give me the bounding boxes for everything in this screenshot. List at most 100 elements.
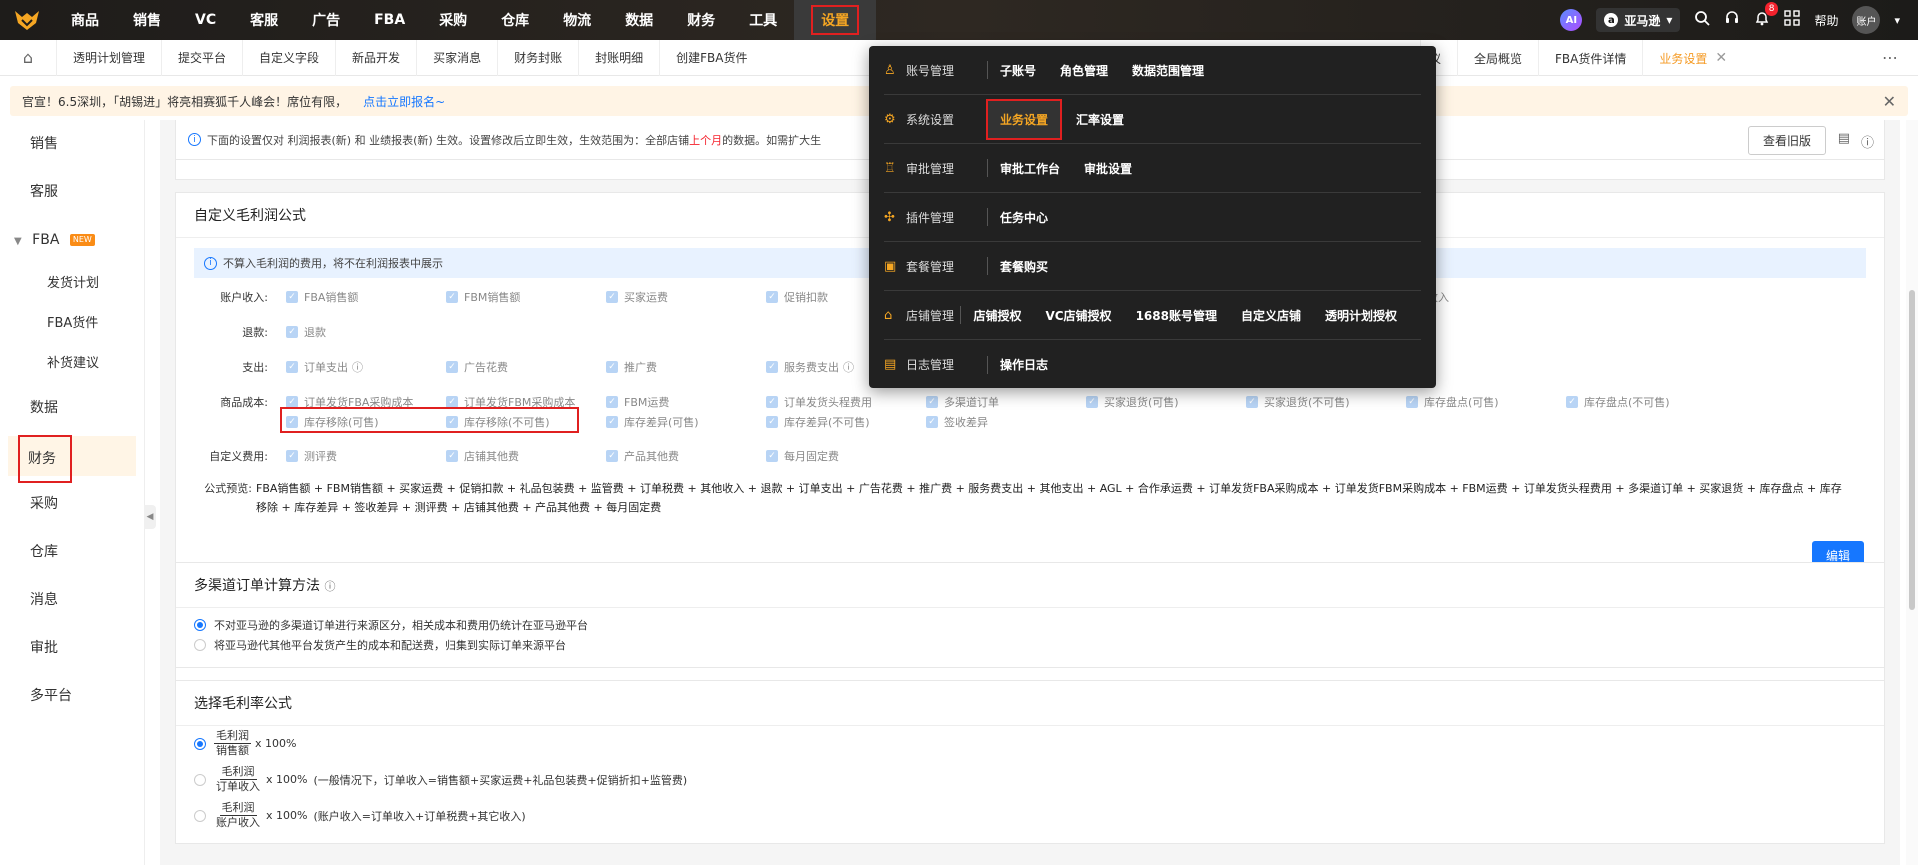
bell-icon[interactable]: 8	[1754, 2, 1779, 30]
tab-business-settings[interactable]: 业务设置 ✕	[1642, 40, 1743, 76]
checkbox-multichannel-order[interactable]: ✓ 多渠道订单	[926, 394, 999, 410]
sidebar-item-messages[interactable]: 消息	[0, 576, 144, 624]
sidebar-item-fba-shipments[interactable]: FBA货件	[0, 304, 144, 344]
nav-item-purchase[interactable]: 采购	[422, 0, 484, 40]
radio-no-source-split[interactable]: 不对亚马逊的多渠道订单进行来源区分，相关成本和费用仍统计在亚马逊平台	[194, 617, 588, 633]
checkbox-fbm-shipping[interactable]: ✓ FBM运费	[606, 394, 669, 410]
tab-custom-fields[interactable]: 自定义字段	[242, 39, 335, 76]
radio-margin-account-income[interactable]: 毛利润 账户收入 x 100% (账户收入=订单收入+订单税费+其它收入)	[194, 801, 526, 830]
search-icon[interactable]	[1694, 10, 1711, 30]
nav-item-logistics[interactable]: 物流	[546, 0, 608, 40]
help-link[interactable]: 帮助	[1814, 12, 1838, 29]
close-icon[interactable]: ✕	[1715, 50, 1727, 66]
tab-finance-close[interactable]: 财务封账	[497, 39, 578, 76]
account-avatar[interactable]: 账户	[1852, 6, 1881, 34]
menu-item-operation-log[interactable]: 操作日志	[1000, 356, 1048, 373]
nav-item-products[interactable]: 商品	[54, 0, 116, 40]
tab-close-details[interactable]: 封账明细	[578, 39, 659, 76]
tab-fba-shipment-details[interactable]: FBA货件详情	[1538, 40, 1642, 76]
help-circle-icon[interactable]: ⓘ	[1861, 132, 1874, 151]
checkbox-fbm-sales[interactable]: ✓ FBM销售额	[446, 289, 520, 305]
sidebar-collapse-handle[interactable]: ◀	[144, 505, 156, 529]
sidebar-item-shipment-plan[interactable]: 发货计划	[0, 264, 144, 304]
nav-item-warehouse[interactable]: 仓库	[484, 0, 546, 40]
menu-item-custom-store[interactable]: 自定义店铺	[1241, 307, 1301, 324]
sidebar-item-approval[interactable]: 审批	[0, 624, 144, 672]
menu-item-data-scope[interactable]: 数据范围管理	[1132, 62, 1204, 79]
tab-create-fba-shipment[interactable]: 创建FBA货件	[659, 39, 763, 76]
tab-new-product[interactable]: 新品开发	[335, 39, 416, 76]
menu-item-exchange-rate[interactable]: 汇率设置	[1076, 111, 1124, 128]
checkbox-return-sellable[interactable]: ✓ 买家退货(可售)	[1086, 394, 1179, 410]
checkbox-promo-deduction[interactable]: ✓ 促销扣款	[766, 289, 828, 305]
home-icon[interactable]: ⌂	[0, 40, 56, 76]
radio-margin-sales[interactable]: 毛利润 销售额 x 100%	[194, 729, 296, 758]
nav-item-ads[interactable]: 广告	[295, 0, 357, 40]
nav-item-data[interactable]: 数据	[608, 0, 670, 40]
menu-item-buy-package[interactable]: 套餐购买	[1000, 258, 1048, 275]
sidebar-item-data[interactable]: 数据	[0, 384, 144, 432]
more-icon[interactable]: ⋯	[1882, 40, 1898, 76]
checkbox-return-unsellable[interactable]: ✓ 买家退货(不可售)	[1246, 394, 1350, 410]
menu-item-transparency-auth[interactable]: 透明计划授权	[1325, 307, 1397, 324]
ai-assistant-icon[interactable]: AI	[1560, 9, 1583, 31]
checkbox-store-other-fee[interactable]: ✓ 店铺其他费	[446, 448, 519, 464]
nav-item-customer-service[interactable]: 客服	[233, 0, 295, 40]
scrollbar-thumb[interactable]	[1909, 290, 1915, 610]
checkbox-variance-sellable[interactable]: ✓ 库存差异(可售)	[606, 414, 699, 430]
radio-attribute-to-source[interactable]: 将亚马逊代其他平台发货产生的成本和配送费，归集到实际订单来源平台	[194, 637, 566, 653]
checkbox-fba-sales[interactable]: ✓ FBA销售额	[286, 289, 358, 305]
checkbox-inventory-count-unsellable[interactable]: ✓ 库存盘点(不可售)	[1566, 394, 1670, 410]
menu-item-sub-account[interactable]: 子账号	[1000, 62, 1036, 79]
menu-item-store-auth[interactable]: 店铺授权	[973, 307, 1021, 324]
scrollbar[interactable]	[1906, 120, 1918, 865]
help-circle-icon[interactable]: ⓘ	[324, 580, 335, 593]
tab-global-overview[interactable]: 全局概览	[1457, 40, 1538, 76]
sidebar-item-warehouse[interactable]: 仓库	[0, 528, 144, 576]
tab-transparency-plan[interactable]: 透明计划管理	[56, 39, 161, 76]
nav-item-fba[interactable]: FBA	[357, 0, 422, 40]
document-icon[interactable]: ▤	[1838, 131, 1850, 146]
checkbox-ad-spend[interactable]: ✓ 广告花费	[446, 359, 508, 375]
checkbox-first-leg-fee[interactable]: ✓ 订单发货头程费用	[766, 394, 872, 410]
sidebar-item-sales[interactable]: 销售	[0, 120, 144, 168]
checkbox-buyer-shipping[interactable]: ✓ 买家运费	[606, 289, 668, 305]
announcement-signup-link[interactable]: 点击立即报名~	[363, 93, 445, 110]
chevron-down-icon[interactable]: ▾	[1894, 14, 1900, 27]
checkbox-monthly-fixed-fee[interactable]: ✓ 每月固定费	[766, 448, 839, 464]
nav-item-settings[interactable]: 设置	[794, 0, 877, 40]
view-old-version-button[interactable]: 查看旧版	[1747, 126, 1826, 155]
menu-item-approval-settings[interactable]: 审批设置	[1084, 160, 1132, 177]
menu-item-vc-store-auth[interactable]: VC店铺授权	[1045, 307, 1111, 324]
menu-item-role-management[interactable]: 角色管理	[1060, 62, 1108, 79]
nav-item-finance[interactable]: 财务	[670, 0, 732, 40]
nav-item-tools[interactable]: 工具	[732, 0, 794, 40]
sidebar-item-multiplatform[interactable]: 多平台	[0, 672, 144, 720]
checkbox-inventory-count-sellable[interactable]: ✓ 库存盘点(可售)	[1406, 394, 1499, 410]
nav-item-sales[interactable]: 销售	[116, 0, 178, 40]
apps-grid-icon[interactable]	[1784, 10, 1801, 30]
tab-submit-platform[interactable]: 提交平台	[161, 39, 242, 76]
checkbox-promotion-fee[interactable]: ✓ 推广费	[606, 359, 657, 375]
checkbox-service-fee[interactable]: ✓ 服务费支出 ⓘ	[766, 359, 854, 375]
checkbox-order-expense[interactable]: ✓ 订单支出 ⓘ	[286, 359, 363, 375]
menu-item-approval-workbench[interactable]: 审批工作台	[1000, 160, 1060, 177]
menu-item-1688-account[interactable]: 1688账号管理	[1136, 307, 1217, 324]
checkbox-variance-unsellable[interactable]: ✓ 库存差异(不可售)	[766, 414, 870, 430]
sidebar-item-replenishment[interactable]: 补货建议	[0, 344, 144, 384]
checkbox-product-other-fee[interactable]: ✓ 产品其他费	[606, 448, 679, 464]
sidebar-item-finance[interactable]: 财务	[8, 435, 136, 483]
nav-item-vc[interactable]: VC	[178, 0, 233, 40]
checkbox-receipt-variance[interactable]: ✓ 签收差异	[926, 414, 988, 430]
menu-item-task-center[interactable]: 任务中心	[1000, 209, 1048, 226]
checkbox-refund[interactable]: ✓ 退款	[286, 324, 326, 340]
close-icon[interactable]: ✕	[1883, 92, 1896, 111]
sidebar-group-fba[interactable]: ▼ FBA NEW	[0, 216, 144, 264]
checkbox-review-fee[interactable]: ✓ 测评费	[286, 448, 337, 464]
sidebar-item-purchase[interactable]: 采购	[0, 480, 144, 528]
brand-logo[interactable]	[0, 0, 54, 40]
headset-icon[interactable]	[1724, 10, 1740, 30]
radio-margin-order-income[interactable]: 毛利润 订单收入 x 100% (一般情况下，订单收入=销售额+买家运费+礼品包装…	[194, 765, 687, 794]
tab-buyer-messages[interactable]: 买家消息	[416, 39, 497, 76]
sidebar-item-customer-service[interactable]: 客服	[0, 168, 144, 216]
